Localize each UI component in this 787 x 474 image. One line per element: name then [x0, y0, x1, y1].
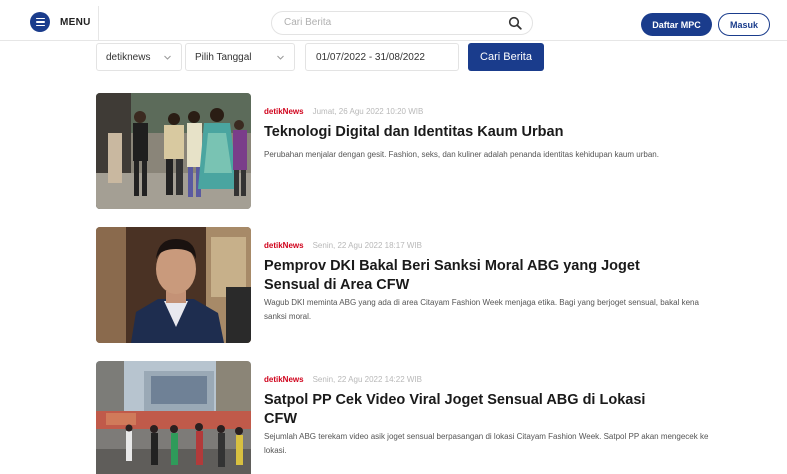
article-summary: Wagub DKI meminta ABG yang ada di area C… — [264, 298, 699, 321]
article-summary: Perubahan menjalar dengan gesit. Fashion… — [264, 150, 659, 159]
search-icon[interactable] — [508, 16, 522, 30]
article-meta: detikNews Jumat, 26 Agu 2022 10:20 WIB — [264, 107, 423, 116]
article-meta: detikNews Senin, 22 Agu 2022 14:22 WIB — [264, 375, 422, 384]
date-range-field[interactable]: 01/07/2022 - 31/08/2022 — [305, 43, 459, 71]
source-select[interactable]: detiknews — [96, 43, 182, 71]
date-select[interactable]: Pilih Tanggal — [185, 43, 295, 71]
article-date: Senin, 22 Agu 2022 14:22 WIB — [312, 375, 422, 384]
hamburger-icon — [30, 12, 50, 32]
article-source: detikNews — [264, 241, 304, 250]
search-input[interactable] — [284, 17, 484, 28]
article-source: detikNews — [264, 107, 304, 116]
chevron-down-icon — [164, 55, 171, 60]
source-select-value: detiknews — [106, 51, 151, 63]
search-box[interactable] — [271, 11, 533, 35]
article-date: Senin, 22 Agu 2022 18:17 WIB — [312, 241, 422, 250]
article-meta: detikNews Senin, 22 Agu 2022 18:17 WIB — [264, 241, 422, 250]
article-title[interactable]: Teknologi Digital dan Identitas Kaum Urb… — [264, 123, 734, 142]
top-header: MENU Daftar MPC Masuk — [0, 6, 787, 41]
date-select-value: Pilih Tanggal — [195, 51, 252, 63]
article-summary: Sejumlah ABG terekam video asik joget se… — [264, 432, 709, 455]
menu-label: MENU — [60, 16, 91, 28]
article-title[interactable]: Satpol PP Cek Video Viral Joget Sensual … — [264, 391, 664, 429]
article-source: detikNews — [264, 375, 304, 384]
article-thumbnail[interactable] — [96, 93, 251, 209]
article-date: Jumat, 26 Agu 2022 10:20 WIB — [312, 107, 424, 116]
article-thumbnail[interactable] — [96, 361, 251, 474]
masuk-button[interactable]: Masuk — [718, 13, 770, 36]
article-thumbnail[interactable] — [96, 227, 251, 343]
article-title[interactable]: Pemprov DKI Bakal Beri Sanksi Moral ABG … — [264, 257, 664, 295]
chevron-down-icon — [277, 55, 284, 60]
date-range-value: 01/07/2022 - 31/08/2022 — [316, 51, 425, 63]
header-divider — [98, 6, 99, 40]
cari-berita-button[interactable]: Cari Berita — [468, 43, 544, 71]
menu-button[interactable]: MENU — [30, 12, 91, 32]
daftar-mpc-button[interactable]: Daftar MPC — [641, 13, 712, 36]
